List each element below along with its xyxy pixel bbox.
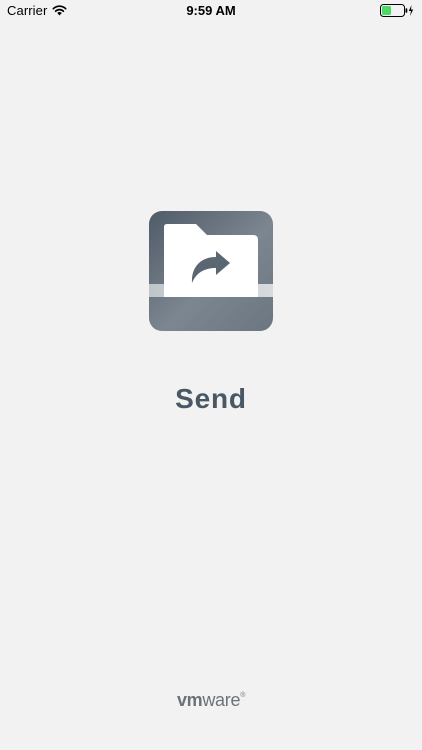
- vmware-logo: vmware®: [176, 690, 246, 710]
- clock: 9:59 AM: [186, 3, 236, 18]
- app-name: Send: [175, 383, 247, 414]
- send-folder-icon: [149, 211, 273, 331]
- charging-bolt-icon: [408, 5, 414, 16]
- battery-icon: [380, 4, 414, 17]
- status-bar: Carrier 9:59 AM: [0, 0, 422, 22]
